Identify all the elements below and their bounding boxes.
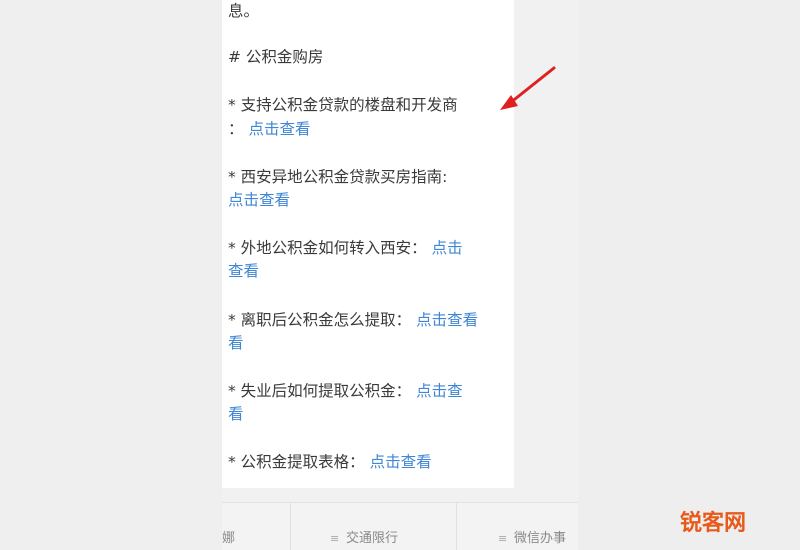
- menu-lines-icon: ≡: [498, 532, 508, 545]
- list-item-link-row: ： 点击查看: [228, 118, 310, 141]
- menu-item-label: 微信办事: [514, 531, 567, 546]
- text-fragment: 息。: [228, 2, 260, 20]
- view-link-part[interactable]: 点击查看: [416, 311, 478, 329]
- list-item-text: * 西安异地公积金贷款买房指南:: [228, 168, 448, 186]
- menu-lines-icon: ≡: [330, 532, 340, 545]
- site-watermark: 锐客网: [680, 511, 747, 536]
- bottom-menu-bar: 娜 ≡ 交通限行 ≡ 微信办事: [222, 502, 578, 550]
- view-link-part[interactable]: 看: [228, 403, 244, 426]
- list-item-text: * 支持公积金贷款的楼盘和开发商: [228, 96, 458, 114]
- section-heading: # 公积金购房: [228, 48, 324, 66]
- menu-divider: [456, 503, 457, 550]
- view-link[interactable]: 点击查看: [370, 453, 432, 471]
- menu-item-label: 交通限行: [346, 531, 399, 546]
- list-item-text: * 离职后公积金怎么提取：: [228, 311, 412, 329]
- list-item-prefix: ：: [228, 120, 244, 138]
- list-item-text: * 外地公积金如何转入西安：: [228, 239, 427, 257]
- view-link[interactable]: 点击查看: [248, 120, 310, 138]
- list-item-row: * 离职后公积金怎么提取： 点击查看: [228, 309, 478, 332]
- screenshot-canvas: 息。 # 公积金购房 * 支持公积金贷款的楼盘和开发商 ： 点击查看 * 西安异…: [0, 0, 800, 550]
- menu-item-label: 娜: [222, 531, 236, 546]
- list-item-row: * 外地公积金如何转入西安： 点击: [228, 237, 463, 260]
- menu-item-traffic[interactable]: ≡ 交通限行: [330, 527, 398, 546]
- menu-item-left[interactable]: 娜: [222, 527, 235, 546]
- right-background: [578, 0, 800, 550]
- article-content: 息。 # 公积金购房 * 支持公积金贷款的楼盘和开发商 ： 点击查看 * 西安异…: [222, 0, 514, 488]
- view-link-part[interactable]: 点击查: [416, 382, 463, 400]
- list-item-text: * 失业后如何提取公积金：: [228, 382, 412, 400]
- view-link-part[interactable]: 看: [228, 332, 244, 355]
- list-item-text: * 公积金提取表格：: [228, 453, 365, 471]
- view-link-part[interactable]: 查看: [228, 260, 259, 283]
- menu-item-wechat[interactable]: ≡ 微信办事: [498, 527, 566, 546]
- menu-divider: [290, 503, 291, 550]
- view-link-part[interactable]: 点击: [432, 239, 463, 257]
- left-background: [0, 0, 222, 550]
- list-item-row: * 失业后如何提取公积金： 点击查: [228, 380, 463, 403]
- list-item-row: * 公积金提取表格： 点击查看: [228, 451, 432, 474]
- view-link[interactable]: 点击查看: [228, 189, 290, 212]
